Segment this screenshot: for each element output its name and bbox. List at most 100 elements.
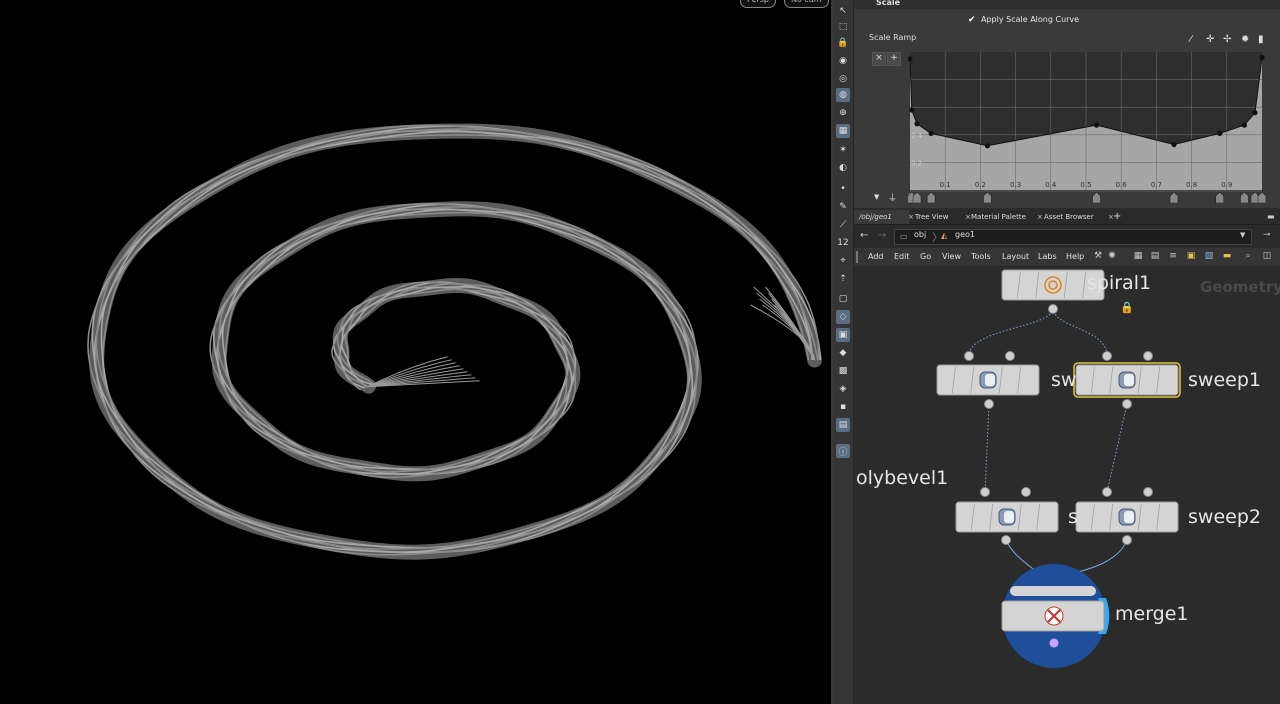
node-port[interactable] — [1122, 399, 1132, 409]
ramp-point[interactable] — [984, 143, 990, 149]
wrench-icon[interactable]: ⚒ — [1093, 251, 1103, 261]
ramp-settings-icon[interactable]: ✹ — [1241, 34, 1249, 45]
add-tab-icon[interactable]: + — [1113, 211, 1121, 222]
ramp-collapse-icon[interactable]: ▼ — [874, 193, 879, 201]
pin-pane-icon[interactable]: ⊸ — [1263, 230, 1271, 240]
node-label-spiral1[interactable]: spiral1 — [1087, 272, 1151, 294]
select-icon[interactable]: ↖ — [836, 4, 850, 18]
visibility-icon[interactable]: ◈ — [836, 382, 850, 396]
node-port[interactable] — [1021, 487, 1031, 497]
menu-tools[interactable]: Tools — [971, 252, 991, 261]
tab-tree-view[interactable]: Tree View × — [910, 210, 971, 224]
ramp-expand-icon[interactable]: ▮ — [1258, 34, 1264, 45]
ramp-add-button[interactable]: + — [887, 52, 901, 66]
node-sweep1[interactable] — [1073, 362, 1181, 398]
node-sweep-left[interactable] — [936, 364, 1040, 396]
node-label-sweep2[interactable]: sweep2 — [1188, 506, 1261, 528]
select-mode-icon[interactable]: ⬚ — [836, 20, 850, 34]
ramp-point[interactable] — [909, 107, 915, 113]
ramp-point[interactable] — [1094, 122, 1100, 128]
pane-menu-icon[interactable]: ▬ — [1267, 212, 1275, 221]
menu-layout[interactable]: Layout — [1002, 252, 1029, 261]
settings-icon[interactable]: ✺ — [1107, 251, 1117, 261]
node-sweep2[interactable] — [1075, 501, 1179, 533]
node-label-sweep1[interactable]: sweep1 — [1188, 369, 1261, 391]
back-icon[interactable]: ← — [860, 230, 868, 241]
bounds-icon[interactable]: ▣ — [836, 328, 850, 342]
node-port[interactable] — [1005, 351, 1015, 361]
path-dropdown-icon[interactable]: ▼ — [1240, 231, 1245, 239]
ramp-move-icon[interactable]: ✛ — [1206, 34, 1214, 45]
lock-icon[interactable]: 🔒 — [836, 36, 850, 50]
snap-icon[interactable]: ◍ — [836, 88, 850, 102]
texture-icon[interactable]: ▩ — [836, 364, 850, 378]
pick-icon[interactable]: ⟋ — [836, 218, 850, 232]
forward-icon[interactable]: → — [878, 230, 886, 241]
path-field[interactable] — [894, 229, 1252, 245]
ramp-point[interactable] — [928, 130, 934, 136]
brush-icon[interactable]: ✎ — [836, 200, 850, 214]
node-port[interactable] — [980, 487, 990, 497]
node-port[interactable] — [1143, 487, 1153, 497]
display-icon[interactable]: ▤ — [836, 418, 850, 432]
image-icon[interactable]: ▨ — [1204, 251, 1214, 261]
frame-icon[interactable]: ▢ — [836, 292, 850, 306]
node-port[interactable] — [984, 399, 994, 409]
menu-edit[interactable]: Edit — [894, 252, 910, 261]
node-port[interactable] — [1102, 487, 1112, 497]
ramp-point[interactable] — [1171, 141, 1177, 148]
node-port[interactable] — [1001, 535, 1011, 545]
node-lock-icon[interactable]: 🔒 — [1120, 301, 1134, 314]
list-view-icon[interactable]: ▤ — [1150, 251, 1160, 261]
node-label-polybevel1[interactable]: olybevel1 — [856, 467, 948, 489]
node-port[interactable] — [964, 351, 974, 361]
zoom-icon[interactable]: ⌕ — [1243, 251, 1253, 261]
sticky-note-icon[interactable]: ▣ — [1186, 251, 1196, 261]
light-icon[interactable]: ✶ — [836, 143, 850, 157]
pin-icon[interactable]: ◉ — [836, 54, 850, 68]
info-icon[interactable]: ⓘ — [836, 444, 850, 458]
node-merge1[interactable] — [1001, 564, 1110, 668]
tree-view-icon[interactable]: ≡ — [1168, 251, 1178, 261]
wire-icon[interactable]: ◇ — [836, 310, 850, 324]
viewport[interactable]: Persp No cam — [0, 0, 831, 704]
ramp-point[interactable] — [914, 121, 920, 127]
node-port[interactable] — [1143, 351, 1153, 361]
ramp-edit-icon[interactable]: ⁄ — [1190, 34, 1192, 45]
normals-icon[interactable]: ⇡ — [836, 272, 850, 286]
menu-help[interactable]: Help — [1066, 252, 1084, 261]
ramp-remove-button[interactable]: × — [872, 52, 886, 66]
ramp-point[interactable] — [1252, 110, 1258, 116]
tab-asset-browser[interactable]: Asset Browser × — [1039, 210, 1114, 224]
menu-add[interactable]: Add — [868, 252, 884, 261]
measure-icon[interactable]: ⌖ — [836, 254, 850, 268]
node-port[interactable] — [1122, 535, 1132, 545]
path-current[interactable]: geo1 — [955, 230, 975, 239]
ghost-icon[interactable]: ▪ — [836, 400, 850, 414]
grid-icon[interactable]: ▦ — [836, 124, 850, 138]
cube-icon[interactable]: ◆ — [836, 346, 850, 360]
ramp-interp-icon[interactable]: ⏚ — [888, 191, 897, 204]
node-port[interactable] — [1048, 304, 1058, 314]
merge-output-port[interactable] — [1049, 638, 1059, 648]
menu-labs[interactable]: Labs — [1038, 252, 1057, 261]
node-label-sweep-mid[interactable]: s — [1068, 506, 1078, 528]
camera-icon[interactable]: ◎ — [836, 72, 850, 86]
scale-ramp-editor[interactable]: 0.1 0.2 0.3 0.4 0.5 0.6 0.7 0.8 0.9 0.2 0.4 — [908, 48, 1266, 208]
point-icon[interactable]: • — [836, 182, 850, 196]
node-label-merge1[interactable]: merge1 — [1115, 603, 1189, 625]
apply-scale-checkbox[interactable]: ✔ — [968, 16, 977, 25]
gizmo-icon[interactable]: ⊕ — [836, 106, 850, 120]
node-port[interactable] — [1102, 351, 1112, 361]
grid-view-icon[interactable]: ▦ — [1133, 251, 1143, 261]
tab-geo1[interactable]: /obj/geo1 × — [854, 210, 914, 224]
ramp-flip-icon[interactable]: ✢ — [1223, 34, 1231, 45]
node-label-sweep-left[interactable]: sw — [1051, 369, 1076, 391]
shading-icon[interactable]: ◐ — [836, 161, 850, 175]
number-icon[interactable]: 12 — [836, 236, 850, 250]
node-polybevel[interactable] — [955, 501, 1059, 533]
fit-view-icon[interactable]: ◫ — [1262, 251, 1272, 261]
section-title[interactable]: Scale — [854, 0, 1280, 9]
ramp-point[interactable] — [1217, 130, 1223, 136]
tab-material-palette[interactable]: Material Palette × — [966, 210, 1043, 224]
